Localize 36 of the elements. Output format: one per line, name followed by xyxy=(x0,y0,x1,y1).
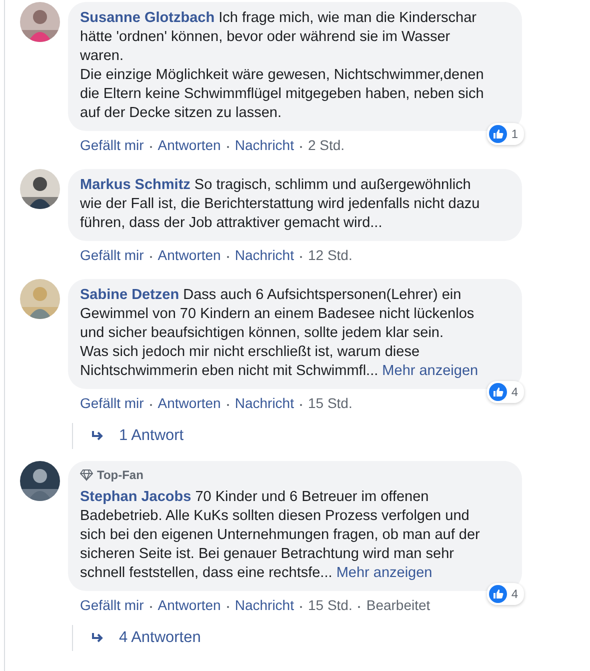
show-more-link[interactable]: Mehr anzeigen xyxy=(382,363,478,379)
comment-text: Stephan Jacobs 70 Kinder und 6 Betreuer im offenen Badebetrieb. Alle KuKs sollten diesen Prozess verfolgen und sich bei den eigenen Unternehmungen fragen, ob man auf der sicheren Seite ist. Bei genauer Betrachtung wird man sehr schnell feststellen, dass eine rechtsfe... Mehr anzeigen xyxy=(80,488,481,583)
action-link[interactable]: Gefällt mir xyxy=(80,247,144,267)
comment-text: Susanne Glotzbach Ich frage mich, wie man die Kinderschar hätte 'ordnen' können, bevor oder während sie im Wasser waren. Die einzige Möglichkeit wäre gewesen, Nichtschwimmer,denen die Eltern keine Schwimmflügel mitgegeben haben, neben sich auf der Decke sitzen zu lassen. xyxy=(80,9,485,123)
comment-text: Markus Schmitz So tragisch, schlimm und außergewöhnlich wie der Fall ist, die Berichterstattung wird jedenfalls nicht dazu führen, dass der Job attraktiver gemacht wird... xyxy=(80,176,481,233)
top-fan-label: Top-Fan xyxy=(97,468,144,482)
action-link[interactable]: Gefällt mir xyxy=(80,597,144,617)
action-link[interactable]: Antworten xyxy=(158,597,221,617)
action-link[interactable]: Antworten xyxy=(158,137,221,157)
author-link[interactable]: Stephan Jacobs xyxy=(80,489,192,505)
timestamp: 2 Std. xyxy=(308,137,345,155)
action-link[interactable]: Antworten xyxy=(158,247,221,267)
author-link[interactable]: Susanne Glotzbach xyxy=(80,10,215,26)
author-link[interactable]: Sabine Detzen xyxy=(80,287,180,303)
replies-link[interactable]: 4 Antworten xyxy=(119,629,201,647)
edited-label: Bearbeitet xyxy=(366,597,430,615)
action-link[interactable]: Gefällt mir xyxy=(80,395,144,415)
action-link[interactable]: Gefällt mir xyxy=(80,137,144,157)
like-count-badge[interactable]: 4 xyxy=(487,381,524,403)
action-link[interactable]: Nachricht xyxy=(234,597,294,617)
author-link[interactable]: Markus Schmitz xyxy=(80,177,190,193)
diamond-icon xyxy=(80,469,93,481)
action-link[interactable]: Nachricht xyxy=(234,247,294,267)
replies-link[interactable]: 1 Antwort xyxy=(119,427,184,445)
comment-text: Sabine Detzen Dass auch 6 Aufsichtspersonen(Lehrer) ein Gewimmel von 70 Kindern an einem Badesee nicht lückenlos und sicher beaufsichtigen können, sollte jedem klar sein. Was sich jedoch mir nicht erschließt ist, warum diese Nichtschwimmerin eben nicht mit Schwimmfl... Mehr anzeigen xyxy=(80,286,480,381)
timestamp: 15 Std. xyxy=(308,395,352,413)
show-more-link[interactable]: Mehr anzeigen xyxy=(336,565,432,581)
like-count-badge[interactable]: 1 xyxy=(487,123,524,145)
reply-arrow-icon xyxy=(91,632,105,644)
timestamp: 15 Std. xyxy=(308,597,352,615)
action-link[interactable]: Nachricht xyxy=(234,395,294,415)
action-link[interactable]: Antworten xyxy=(158,395,221,415)
like-count-badge[interactable]: 4 xyxy=(487,583,524,605)
reply-arrow-icon xyxy=(91,430,105,442)
timestamp: 12 Std. xyxy=(308,247,352,265)
action-link[interactable]: Nachricht xyxy=(234,137,294,157)
